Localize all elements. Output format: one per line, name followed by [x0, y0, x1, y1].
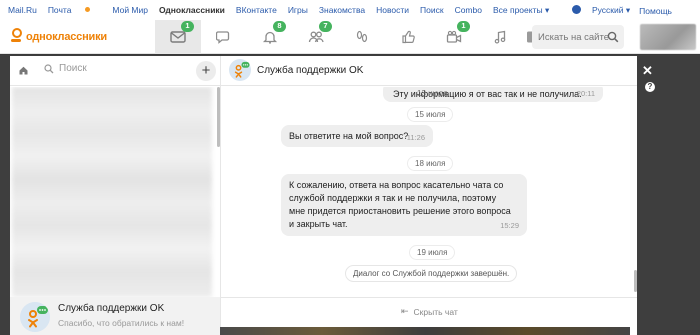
message-bubble: К сожалению, ответа на вопрос касательно… [281, 174, 527, 236]
blurred-chat-list [12, 87, 212, 297]
message-time: 15:29 [500, 221, 519, 230]
exit-icon: ⇤ [401, 306, 409, 316]
notifications-badge: 8 [273, 21, 286, 32]
ok-header: одноклассники 1 8 7 1 Искать на сайте [0, 20, 700, 54]
bell-icon [262, 31, 278, 44]
message-area: Эту информацию я от вас так и не получил… [221, 87, 637, 297]
date-separator: 15 июля [407, 107, 454, 122]
portal-link-vk[interactable]: ВКонтакте [236, 5, 277, 16]
new-mail-dot-icon [85, 7, 91, 12]
thumbs-up-icon [402, 30, 415, 44]
portal-links: Mail.Ru Почта Мой Мир Одноклассники ВКон… [8, 5, 560, 16]
search-icon[interactable] [607, 31, 619, 43]
portal-link-combo[interactable]: Combo [455, 5, 482, 16]
portal-link-ok[interactable]: Одноклассники [159, 5, 225, 16]
message-bubble: Вы ответите на мой вопрос? 11:26 [281, 125, 433, 147]
portal-link-myworld[interactable]: Мой Мир [112, 5, 148, 16]
ok-logo[interactable]: одноклассники [10, 28, 107, 45]
nav-discussions[interactable] [201, 20, 247, 54]
home-icon[interactable] [19, 66, 28, 75]
system-message: Диалог со Службой поддержки завершён. [345, 265, 518, 282]
ok-logo-icon [10, 28, 22, 45]
portal-link-dating[interactable]: Знакомства [319, 5, 365, 16]
nav-friends[interactable]: 7 [293, 20, 339, 54]
portal-link-mailru[interactable]: Mail.Ru [8, 5, 37, 16]
background-content [220, 327, 630, 335]
support-avatar [20, 302, 50, 332]
help-link[interactable]: Помощь [639, 6, 672, 16]
nav-video[interactable]: 1 [431, 20, 477, 54]
chat-item-preview: Спасибо, что обратились к нам! [58, 318, 185, 328]
chat-list[interactable] [10, 87, 218, 297]
chat-item-name: Служба поддержки OK [58, 303, 165, 314]
language-select[interactable]: Русский ▾ [571, 5, 630, 16]
date-separator: 13 июля [417, 89, 448, 98]
globe-icon [571, 5, 581, 14]
envelope-icon [170, 31, 186, 43]
chat-title[interactable]: Службa поддержки OK [257, 65, 363, 76]
search-icon [44, 63, 54, 73]
nav-messages[interactable]: 1 [155, 20, 201, 54]
video-camera-icon [446, 30, 462, 43]
message-time: 20:11 [576, 89, 595, 98]
date-separator: 18 июля [407, 156, 454, 171]
nav-events[interactable] [385, 20, 431, 54]
help-icon[interactable]: ? [645, 82, 655, 92]
portal-link-games[interactable]: Игры [288, 5, 308, 16]
messages-badge: 1 [181, 21, 194, 32]
chat-bubbles-icon [216, 31, 230, 44]
portal-link-all-projects[interactable]: Все проекты ▾ [493, 5, 549, 16]
video-badge: 1 [457, 21, 470, 32]
portal-link-mail[interactable]: Почта [48, 5, 102, 16]
portal-bar: Mail.Ru Почта Мой Мир Одноклассники ВКон… [0, 0, 700, 20]
chat-list-item-support[interactable]: Служба поддержки OK Спасибо, что обратил… [10, 297, 220, 335]
site-search-input[interactable]: Искать на сайте [532, 25, 624, 49]
music-note-icon [494, 30, 506, 44]
nav-music[interactable] [477, 20, 523, 54]
portal-link-news[interactable]: Новости [376, 5, 409, 16]
new-chat-button[interactable]: + [196, 61, 216, 81]
chatlist-scrollbar[interactable] [217, 87, 220, 147]
friends-icon [308, 31, 324, 43]
chat-header: Службa поддержки OK [221, 56, 637, 86]
nav-notifications[interactable]: 8 [247, 20, 293, 54]
hide-chat-button[interactable]: ⇤ Скрыть чат [401, 306, 458, 317]
messenger-panel: Поиск + Служба поддержки OK Спасибо, что… [10, 56, 637, 335]
message-time: 11:26 [406, 133, 425, 142]
chat-avatar[interactable] [229, 59, 251, 81]
nav-guests[interactable] [339, 20, 385, 54]
friends-badge: 7 [319, 21, 332, 32]
close-messenger-icon[interactable]: ✕ [642, 63, 653, 79]
user-avatar[interactable] [640, 24, 696, 50]
messages-scrollbar[interactable] [634, 270, 637, 292]
chat-search-input[interactable]: Поиск [44, 63, 87, 74]
portal-link-search[interactable]: Поиск [420, 5, 444, 16]
footprints-icon [356, 30, 368, 43]
main-nav: 1 8 7 1 [155, 20, 545, 54]
chatlist-header: Поиск + [10, 56, 220, 86]
date-separator: 19 июля [409, 245, 456, 260]
